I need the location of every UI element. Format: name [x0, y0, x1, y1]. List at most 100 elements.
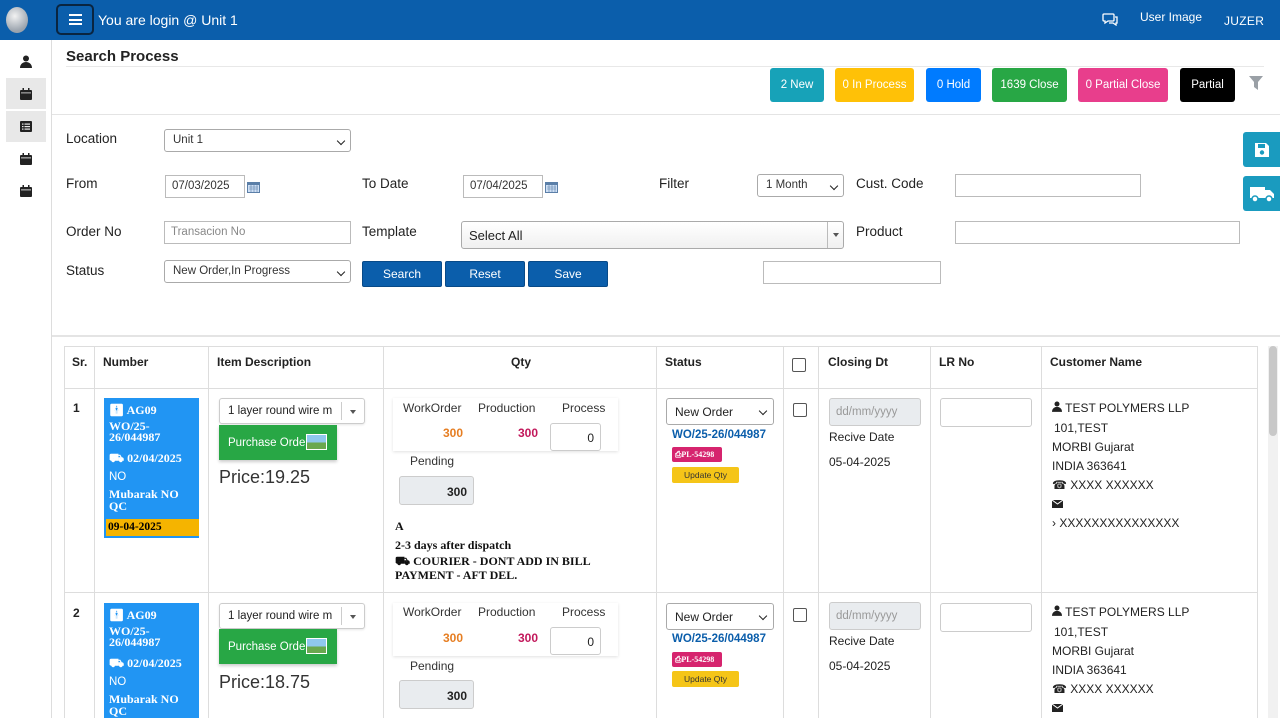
scrollbar-thumb[interactable]	[1269, 346, 1277, 436]
cust-code-input[interactable]	[955, 174, 1141, 197]
location-value: Unit 1	[173, 134, 204, 146]
cust-code-label: Cust. Code	[856, 176, 924, 191]
sidebar-item-list[interactable]	[6, 111, 46, 142]
partial-button[interactable]: Partial	[1180, 68, 1235, 102]
sidebar-item-calendar-3[interactable]	[6, 175, 46, 206]
save-float-button[interactable]	[1243, 132, 1280, 167]
list-icon	[20, 121, 32, 132]
item-description-select[interactable]: 1 layer round wire m	[219, 398, 365, 424]
table-scrollbar[interactable]	[1268, 346, 1278, 718]
filter-icon[interactable]	[1249, 76, 1263, 90]
location-select[interactable]: Unit 1	[164, 129, 351, 152]
extra-search-input[interactable]	[763, 261, 941, 284]
purchase-order-button[interactable]: Purchase Order	[219, 629, 337, 664]
reset-button[interactable]: Reset	[445, 261, 525, 287]
order-status-select[interactable]: New Order	[666, 398, 774, 425]
lr-no-input[interactable]	[940, 603, 1032, 632]
sidebar-item-user[interactable]	[6, 46, 46, 77]
purchase-order-button[interactable]: Purchase Order	[219, 425, 337, 460]
template-select[interactable]: Select All	[461, 221, 844, 249]
pl-number: PL-54298	[681, 450, 715, 459]
courier-note-text: COURIER - DONT ADD IN BILL PAYMENT - AFT…	[395, 554, 590, 582]
close-count-button[interactable]: 1639 Close	[992, 68, 1067, 102]
courier-note: ⛟ COURIER - DONT ADD IN BILL PAYMENT - A…	[395, 554, 610, 582]
chevron-down-icon	[829, 181, 839, 191]
status-select[interactable]: New Order,In Progress	[164, 260, 351, 283]
closing-date-input[interactable]: dd/mm/yyyy	[829, 398, 921, 426]
sidebar-item-calendar-1[interactable]	[6, 78, 46, 109]
menu-toggle-button[interactable]	[56, 4, 94, 35]
dispatch-float-button[interactable]	[1243, 176, 1280, 211]
closing-date-input[interactable]: dd/mm/yyyy	[829, 602, 921, 630]
save-button[interactable]: Save	[528, 261, 608, 287]
header-sr: Sr.	[72, 355, 88, 369]
col-line	[783, 346, 784, 718]
filter-label: Filter	[659, 176, 689, 191]
process-label: Process	[562, 401, 606, 415]
wo-link[interactable]: WO/25-26/044987	[672, 429, 766, 441]
order-status-value: New Order	[675, 405, 734, 419]
customer-short-name: Mubarak NO QC	[109, 487, 179, 513]
header-customer-name: Customer Name	[1050, 355, 1143, 369]
user-icon	[20, 55, 32, 68]
to-date-input[interactable]: 07/04/2025	[463, 175, 543, 198]
chevron-right-icon: ›	[1052, 516, 1056, 530]
recive-date-label: Recive Date	[829, 430, 895, 444]
col-line	[1257, 346, 1258, 718]
pl-badge[interactable]: ⎙ PL-54298	[672, 447, 722, 462]
partial-close-count-button[interactable]: 0 Partial Close	[1078, 68, 1168, 102]
calendar-icon	[20, 184, 32, 197]
new-count-button[interactable]: 2 New	[770, 68, 824, 102]
lr-no-input[interactable]	[940, 398, 1032, 427]
section-divider	[52, 114, 1280, 115]
update-qty-button[interactable]: Update Qty	[672, 671, 739, 687]
table-border-top	[64, 346, 1258, 347]
from-date-input[interactable]: 07/03/2025	[165, 175, 245, 198]
to-date-label: To Date	[362, 176, 409, 191]
in-process-count-button[interactable]: 0 In Process	[835, 68, 914, 102]
customer-phone: ☎︎ XXXX XXXXXX	[1052, 478, 1154, 492]
person-icon: 🚹︎	[109, 608, 125, 622]
table-header-divider	[64, 388, 1258, 389]
product-input[interactable]	[955, 221, 1240, 244]
chat-icon[interactable]	[1102, 12, 1119, 26]
search-button[interactable]: Search	[362, 261, 442, 287]
hold-count-button[interactable]: 0 Hold	[926, 68, 981, 102]
truck-icon	[1249, 186, 1274, 203]
item-price: Price:18.75	[219, 672, 311, 692]
phone-icon: ☎︎	[1052, 682, 1067, 696]
customer-name-text: TEST POLYMERS LLP	[1065, 605, 1190, 619]
filter-select[interactable]: 1 Month	[757, 174, 844, 197]
user-name[interactable]: JUZER	[1224, 14, 1264, 28]
workorder-qty: 300	[443, 426, 464, 440]
order-number-card[interactable]: 🚹︎ AG09 WO/25-26/044987 ⛟ 02/04/2025 NO …	[104, 398, 199, 538]
update-qty-button[interactable]: Update Qty	[672, 467, 739, 483]
dropdown-arrow-icon	[827, 222, 843, 248]
user-image[interactable]: User Image	[1140, 10, 1202, 24]
order-no-input[interactable]: Transacion No	[164, 221, 351, 244]
order-no-label: Order No	[66, 224, 122, 239]
col-line	[94, 346, 95, 718]
calendar-picker-icon[interactable]	[545, 181, 558, 193]
floppy-icon	[1254, 142, 1269, 157]
table-row-divider	[64, 592, 1258, 593]
row-checkbox[interactable]	[793, 403, 807, 417]
item-description-value: 1 layer round wire m	[228, 405, 333, 417]
pl-badge[interactable]: ⎙ PL-54298	[672, 652, 722, 667]
item-description-select[interactable]: 1 layer round wire m	[219, 603, 365, 629]
row-checkbox[interactable]	[793, 608, 807, 622]
calendar-picker-icon[interactable]	[247, 181, 260, 193]
order-date: 02/04/2025	[127, 451, 182, 465]
customer-address-2: MORBI Gujarat	[1052, 440, 1135, 454]
process-qty-input[interactable]: 0	[550, 423, 601, 451]
title-divider	[66, 66, 1264, 67]
pending-label: Pending	[410, 659, 455, 673]
wo-link[interactable]: WO/25-26/044987	[672, 633, 766, 645]
order-number-card[interactable]: 🚹︎ AG09 WO/25-26/044987 ⛟ 02/04/2025 NO …	[104, 603, 199, 718]
process-qty-input[interactable]: 0	[550, 627, 601, 655]
truck-icon: ⛟	[109, 656, 125, 670]
select-all-checkbox[interactable]	[792, 358, 806, 372]
order-status-select[interactable]: New Order	[666, 603, 774, 630]
login-status-text: You are login @ Unit 1	[98, 12, 238, 28]
sidebar-item-calendar-2[interactable]	[6, 143, 46, 174]
